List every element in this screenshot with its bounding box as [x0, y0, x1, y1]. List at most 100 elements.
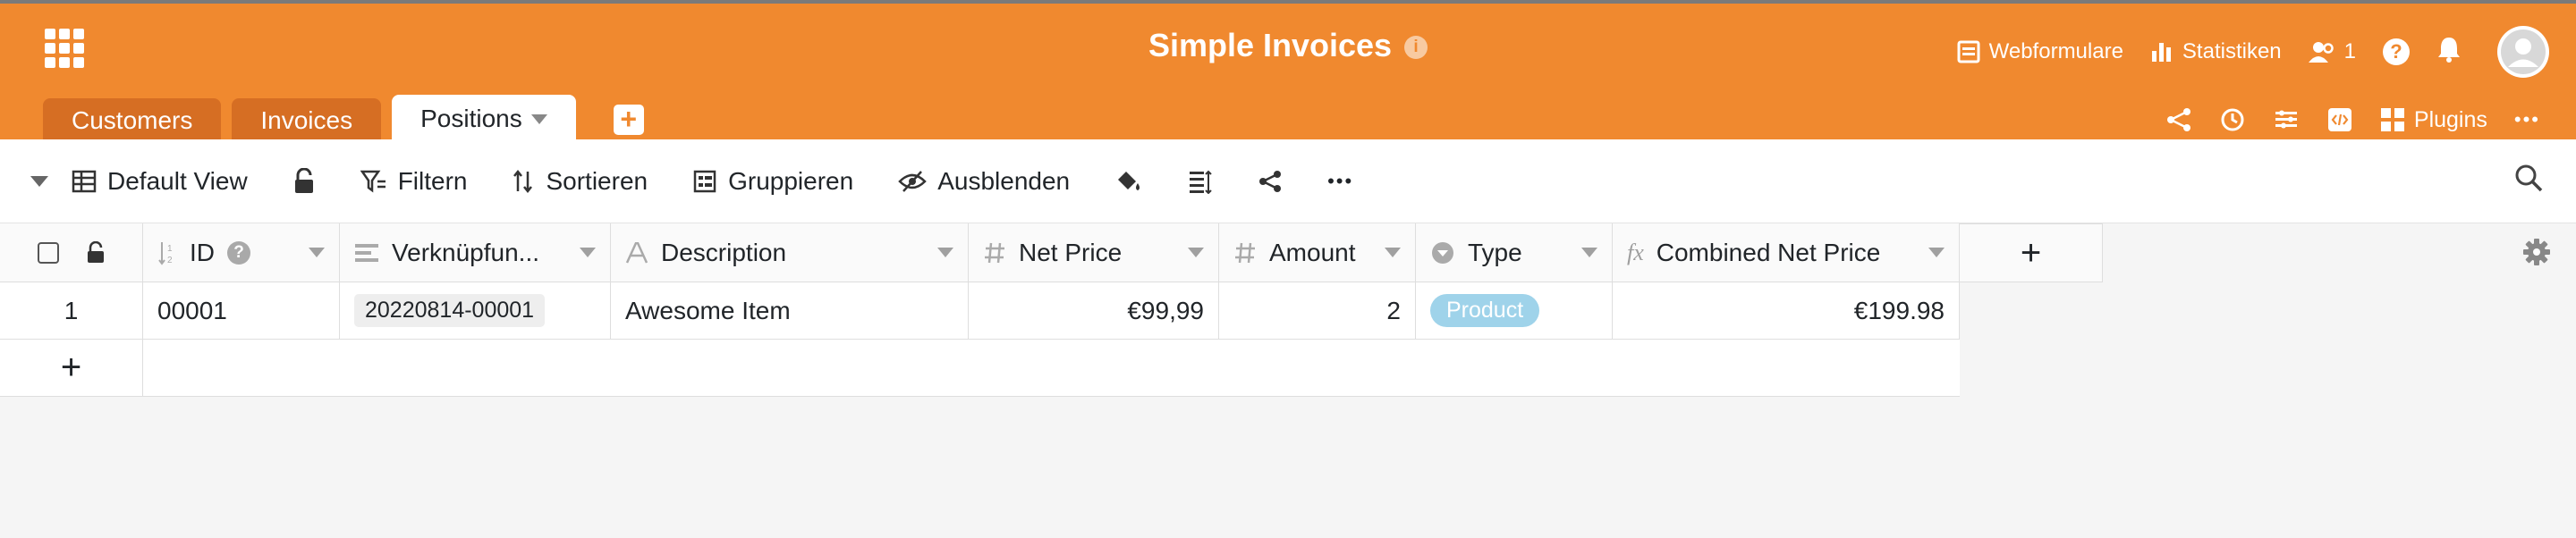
filter-button[interactable]: Filtern: [360, 166, 468, 196]
group-label: Gruppieren: [728, 166, 854, 195]
select-all-checkbox[interactable]: [37, 241, 59, 264]
chevron-down-icon[interactable]: [580, 248, 596, 257]
history-icon[interactable]: [2219, 106, 2246, 133]
sort-label: Sortieren: [546, 166, 648, 195]
gear-icon[interactable]: [2522, 238, 2551, 271]
scripts-icon[interactable]: [2326, 106, 2353, 133]
text-icon: [625, 241, 648, 264]
add-table-button[interactable]: +: [613, 105, 644, 135]
column-label: Verknüpfun...: [392, 238, 540, 266]
share-icon[interactable]: [2165, 106, 2192, 133]
tab-label: Invoices: [260, 106, 353, 134]
collaborators-button[interactable]: 1: [2308, 39, 2356, 64]
help-icon: ?: [2383, 38, 2410, 65]
chevron-down-icon[interactable]: [1188, 248, 1204, 257]
column-header-link[interactable]: Verknüpfun...: [340, 223, 611, 282]
help-icon[interactable]: ?: [227, 240, 250, 265]
top-bar: Simple Invoices i Webformulare Statistike…: [0, 0, 2576, 143]
chevron-down-icon[interactable]: [1581, 248, 1597, 257]
view-selector[interactable]: Default View: [72, 167, 248, 196]
hide-fields-button[interactable]: Ausblenden: [898, 167, 1070, 196]
collaborators-count: 1: [2343, 39, 2356, 63]
data-grid: 12 ID ? Verknüpfun... Description Net Pr…: [0, 223, 1960, 397]
tabs-right-tools: Plugins •••: [2139, 100, 2540, 139]
sort-button[interactable]: Sortieren: [512, 167, 648, 196]
form-icon: [1957, 40, 1980, 63]
column-label: Combined Net Price: [1656, 238, 1881, 266]
share-view-button[interactable]: [1258, 169, 1283, 194]
link-icon: [354, 242, 379, 264]
chevron-down-icon[interactable]: [937, 248, 953, 257]
tab-positions[interactable]: Positions: [392, 95, 576, 143]
unlock-icon[interactable]: [86, 240, 106, 265]
hide-label: Ausblenden: [937, 166, 1071, 195]
chevron-down-icon[interactable]: [530, 113, 547, 124]
column-header-description[interactable]: Description: [611, 223, 969, 282]
row-index[interactable]: 1: [0, 282, 143, 339]
svg-text:1: 1: [167, 244, 173, 254]
row-height-icon: [1190, 170, 1212, 194]
tab-invoices[interactable]: Invoices: [232, 98, 382, 143]
row-color-button[interactable]: [1114, 169, 1143, 194]
more-view-options[interactable]: •••: [1327, 170, 1353, 193]
add-row-space: [143, 340, 1960, 396]
row-height-button[interactable]: [1188, 169, 1213, 194]
column-header-id[interactable]: 12 ID ?: [143, 223, 340, 282]
table-icon: [72, 169, 97, 194]
help-button[interactable]: ?: [2383, 38, 2410, 65]
view-toolbar: Default View Filtern Sortieren Gruppiere…: [0, 139, 2576, 223]
number-icon: [983, 241, 1006, 265]
more-options-icon[interactable]: •••: [2514, 108, 2540, 131]
lock-view-button[interactable]: [292, 167, 316, 195]
chevron-down-icon[interactable]: [1385, 248, 1401, 257]
filter-label: Filtern: [397, 166, 468, 195]
column-header-amount[interactable]: Amount: [1219, 223, 1416, 282]
forms-button[interactable]: Webformulare: [1957, 39, 2123, 64]
top-right-nav: Webformulare Statistiken 1 ?: [1930, 26, 2549, 78]
cell-description[interactable]: Awesome Item: [611, 282, 969, 339]
avatar[interactable]: [2497, 26, 2549, 78]
share-icon: [1259, 170, 1282, 192]
autonumber-icon: 12: [157, 240, 177, 265]
plugins-button[interactable]: Plugins: [2380, 107, 2487, 133]
tab-customers[interactable]: Customers: [43, 98, 222, 143]
number-icon: [1233, 241, 1257, 265]
column-label: ID: [190, 238, 215, 266]
bar-chart-icon: [2150, 40, 2174, 63]
notifications-button[interactable]: [2436, 36, 2462, 69]
eye-slash-icon: [898, 169, 927, 194]
single-select-icon: [1430, 240, 1455, 265]
view-name: Default View: [107, 166, 248, 195]
chevron-down-icon[interactable]: [309, 248, 325, 257]
view-toggle[interactable]: [30, 175, 48, 187]
users-icon: [2308, 40, 2335, 63]
svg-text:2: 2: [167, 256, 173, 265]
cell-net-price[interactable]: €99,99: [969, 282, 1219, 339]
user-avatar-icon: [2501, 29, 2546, 74]
linked-record-chip[interactable]: 20220814-00001: [354, 294, 546, 327]
type-option-chip: Product: [1430, 294, 1540, 327]
chevron-down-icon[interactable]: [1928, 248, 1945, 257]
cell-amount[interactable]: 2: [1219, 282, 1416, 339]
automation-icon[interactable]: [2273, 106, 2300, 133]
column-label: Net Price: [1019, 238, 1123, 266]
search-icon[interactable]: [2513, 163, 2544, 199]
cell-combined-net-price[interactable]: €199.98: [1613, 282, 1960, 339]
column-header-type[interactable]: Type: [1416, 223, 1613, 282]
base-title: Simple Invoices: [1148, 27, 1393, 63]
statistics-button[interactable]: Statistiken: [2150, 39, 2282, 64]
column-header-combined-net-price[interactable]: fx Combined Net Price: [1613, 223, 1960, 282]
group-icon: [692, 169, 717, 194]
add-column-button[interactable]: +: [1960, 223, 2103, 282]
group-button[interactable]: Gruppieren: [692, 167, 853, 196]
tab-label: Positions: [420, 105, 522, 132]
info-icon[interactable]: i: [1404, 36, 1428, 60]
add-row-button[interactable]: +: [0, 340, 143, 396]
cell-link[interactable]: 20220814-00001: [340, 282, 611, 339]
header-row: 12 ID ? Verknüpfun... Description Net Pr…: [0, 223, 1960, 282]
more-options-icon: •••: [1327, 169, 1354, 192]
table-row[interactable]: 1 00001 20220814-00001 Awesome Item €99,…: [0, 282, 1960, 340]
column-header-net-price[interactable]: Net Price: [969, 223, 1219, 282]
cell-type[interactable]: Product: [1416, 282, 1613, 339]
cell-id[interactable]: 00001: [143, 282, 340, 339]
